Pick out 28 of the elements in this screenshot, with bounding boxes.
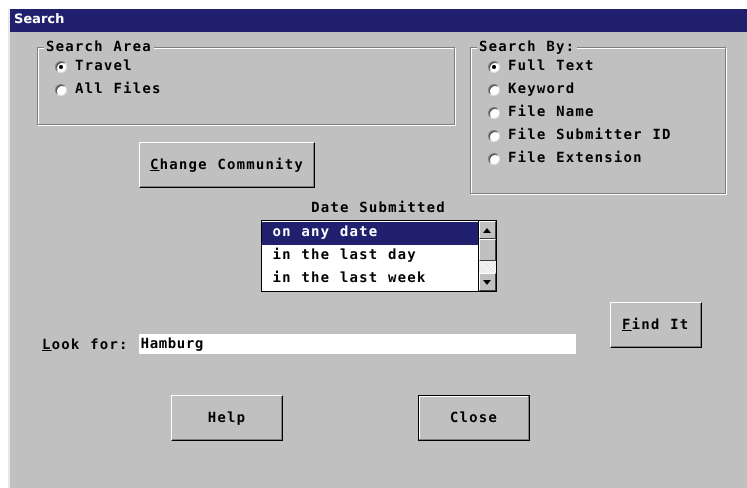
list-item[interactable]: on any date [262,222,478,245]
option-label: File Name [508,104,595,121]
option-label: All Files [75,81,162,98]
radio-button[interactable] [488,106,500,118]
look-for-label: Look for: [42,337,129,354]
find-it-button[interactable]: Find It [610,302,702,348]
up-arrow-icon [483,228,491,232]
option-label: Keyword [508,81,576,98]
window-title: Search [10,9,747,32]
option-label: Full Text [508,58,595,75]
group-title: Search By: [477,39,578,55]
down-arrow-icon [483,280,491,284]
dialog-button[interactable]: Close [418,395,530,441]
date-submitted-label: Date Submitted [311,200,446,217]
date-list-box[interactable]: on any date in the last day in the last week [260,220,496,292]
radio-button[interactable] [488,84,500,96]
radio-button[interactable] [488,60,500,72]
look-for-field[interactable]: Hamburg [138,334,576,354]
option-label: File Extension [508,150,643,167]
radio-button[interactable] [55,60,67,72]
radio-button[interactable] [55,84,67,96]
option-label: Travel [75,58,133,75]
change-community-button[interactable]: Change Community [139,142,315,188]
radio-button[interactable] [488,130,500,142]
option-label: File Submitter ID [508,127,672,144]
dialog-button[interactable]: Help [171,395,283,441]
scroll-bar[interactable] [478,221,496,291]
radio-button[interactable] [488,152,500,164]
